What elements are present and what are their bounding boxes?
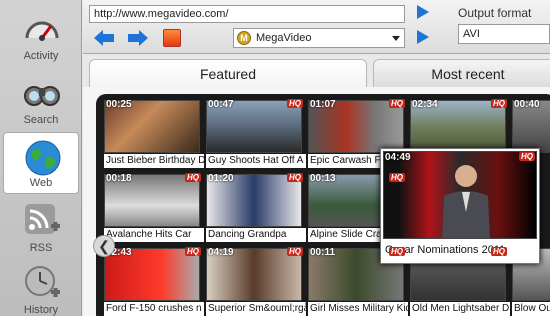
output-format-select[interactable]: AVI (458, 24, 550, 44)
go-arrow-icon[interactable] (417, 30, 429, 44)
video-tile[interactable]: 04:19 HQ Superior Sm&ouml;rgåsbo (204, 246, 306, 316)
video-duration: 00:25 (106, 99, 132, 110)
hq-badge: HQ (491, 247, 507, 256)
site-select[interactable]: M MegaVideo (233, 28, 405, 48)
video-title: Avalanche Hits Car (104, 228, 204, 242)
url-input[interactable]: http://www.megavideo.com/ (89, 5, 405, 23)
hq-badge: HQ (185, 173, 201, 182)
video-duration: 02:34 (412, 99, 438, 110)
output-format-value: AVI (463, 28, 480, 40)
video-title: Just Bieber Birthday D (104, 154, 204, 168)
sidebar-item-label: Web (29, 177, 53, 189)
sidebar-item-web[interactable]: Web (3, 132, 79, 194)
presenter-figure-icon (442, 165, 490, 238)
video-title: Oscar Nominations 2011 (383, 241, 537, 259)
hq-badge: HQ (287, 173, 303, 182)
tab-most-recent[interactable]: Most recent (373, 59, 550, 89)
output-format-label: Output format (458, 6, 532, 20)
chevron-down-icon (392, 36, 400, 41)
site-select-value: MegaVideo (256, 32, 312, 44)
sidebar-item-label: Search (23, 114, 59, 126)
hq-badge: HQ (519, 152, 535, 161)
video-duration: 01:20 (208, 173, 234, 184)
scroll-back-button[interactable]: ❮ (93, 235, 115, 257)
binoculars-icon (24, 86, 60, 106)
video-duration: 04:19 (208, 247, 234, 258)
video-duration: 00:40 (514, 99, 540, 110)
hq-badge: HQ (491, 99, 507, 108)
video-tile[interactable]: 00:18 HQ Avalanche Hits Car (102, 172, 204, 242)
hq-badge: HQ (185, 247, 201, 256)
hq-badge: HQ (389, 247, 405, 256)
hq-badge: HQ (389, 173, 405, 182)
video-duration: 00:13 (310, 173, 336, 184)
video-duration: 00:11 (310, 247, 336, 258)
sidebar-item-history[interactable]: History (3, 258, 79, 316)
video-thumbnail (383, 151, 537, 239)
toolbar: http://www.megavideo.com/ Output format … (83, 0, 550, 54)
sidebar-item-label: RSS (29, 242, 53, 254)
tab-featured[interactable]: Featured (89, 59, 367, 89)
video-title: Guy Shoots Hat Off A (206, 154, 306, 168)
megavideo-logo-icon: M (237, 31, 251, 45)
forward-arrow-icon[interactable] (127, 29, 149, 47)
tab-bar: Featured Most recent (83, 55, 550, 89)
video-duration: 04:49 (385, 152, 411, 163)
rss-icon (25, 204, 60, 234)
video-title: Dancing Grandpa (206, 228, 306, 242)
video-title: Old Men Lightsaber D (410, 302, 510, 316)
video-duration: 00:18 (106, 173, 132, 184)
go-arrow-icon[interactable] (417, 5, 429, 19)
video-duration: 00:47 (208, 99, 234, 110)
sidebar-item-activity[interactable]: Activity (3, 4, 79, 66)
sidebar-item-label: Activity (23, 50, 59, 62)
hq-badge: HQ (389, 99, 405, 108)
video-tile[interactable]: 00:25 Just Bieber Birthday D (102, 98, 204, 168)
video-tile[interactable]: 00:47 HQ Guy Shoots Hat Off A (204, 98, 306, 168)
sidebar-item-label: History (23, 304, 59, 316)
sidebar: Activity Search Web RSS History (0, 0, 82, 316)
speedometer-icon (25, 21, 59, 41)
clock-icon (25, 266, 60, 297)
video-duration: 01:07 (310, 99, 336, 110)
stop-button[interactable] (163, 29, 181, 47)
back-arrow-icon[interactable] (93, 29, 115, 47)
sidebar-item-rss[interactable]: RSS (3, 196, 79, 258)
sidebar-item-search[interactable]: Search (3, 68, 79, 130)
video-tile[interactable]: 01:20 HQ Dancing Grandpa (204, 172, 306, 242)
video-title: Superior Sm&ouml;rgåsbo (206, 302, 306, 316)
video-tile[interactable]: 02:43 HQ Ford F-150 crushes n (102, 246, 204, 316)
video-title: Girl Misses Military Kid (308, 302, 408, 316)
video-title: Blow Out (512, 302, 550, 316)
globe-icon (25, 140, 61, 176)
video-title: Ford F-150 crushes n (104, 302, 204, 316)
hq-badge: HQ (287, 99, 303, 108)
hq-badge: HQ (287, 247, 303, 256)
